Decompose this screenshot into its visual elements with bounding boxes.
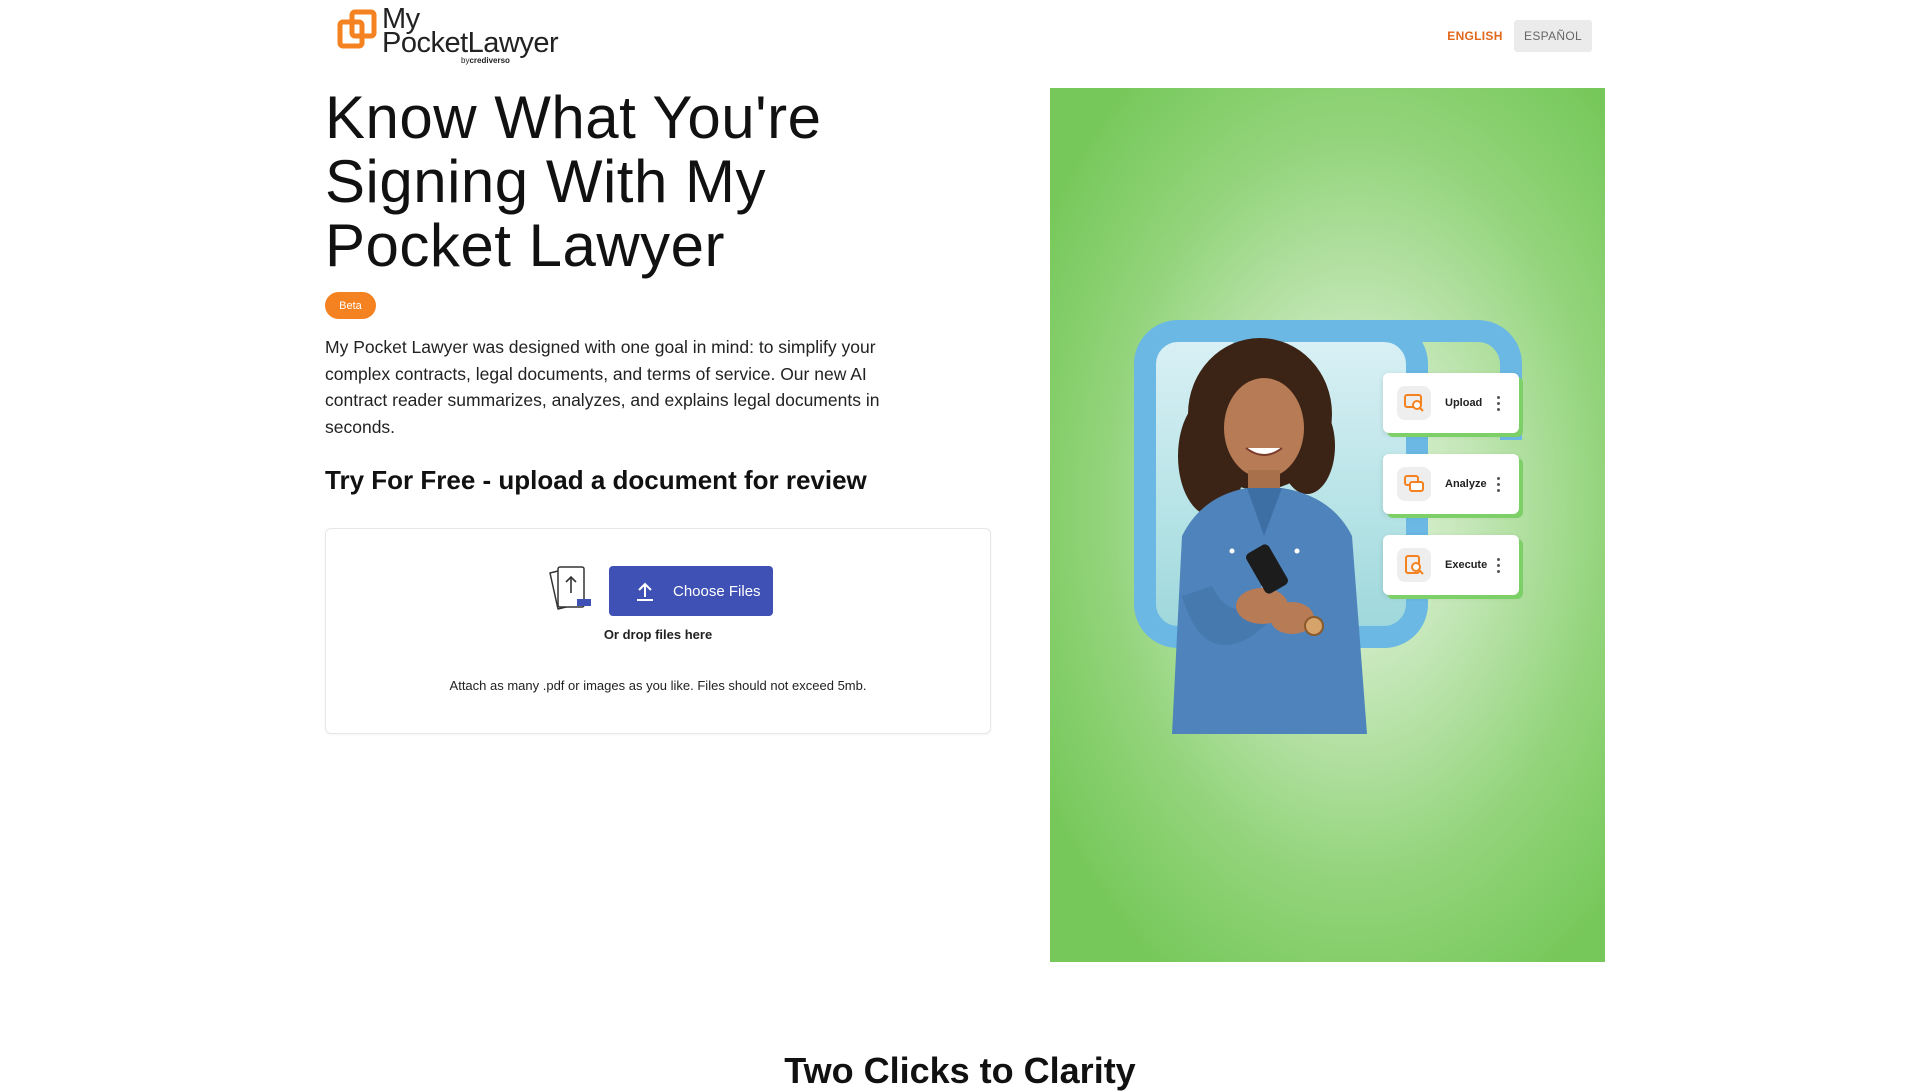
feature-card-analyze: Analyze (1383, 454, 1519, 514)
feature-card-label: Analyze (1445, 478, 1487, 490)
feature-card-execute: Execute (1383, 535, 1519, 595)
choose-files-button[interactable]: Choose Files (609, 566, 773, 616)
kebab-menu-icon (1497, 557, 1501, 573)
logo-byline: bycrediverso (461, 56, 510, 66)
logo[interactable]: My PocketLawyer bycrediverso (337, 4, 567, 66)
beta-badge: Beta (325, 292, 376, 319)
feature-card-label: Execute (1445, 559, 1488, 571)
choose-files-label: Choose Files (673, 582, 761, 600)
upload-scan-icon (1397, 386, 1431, 420)
section-heading-two-clicks: Two Clicks to Clarity (784, 1050, 1136, 1091)
language-spanish-button[interactable]: ESPAÑOL (1514, 20, 1592, 52)
attach-instructions: Attach as many .pdf or images as you lik… (449, 678, 867, 693)
kebab-menu-icon (1497, 395, 1501, 411)
woman-with-phone-image (1172, 338, 1367, 734)
upload-arrow-icon (637, 582, 653, 601)
logo-mark-icon (337, 9, 377, 49)
document-search-icon (1397, 548, 1431, 582)
hero-title: Know What You're Signing With My Pocket … (325, 84, 822, 279)
hero-description: My Pocket Lawyer was designed with one g… (325, 337, 880, 437)
language-english-button[interactable]: ENGLISH (1440, 20, 1510, 52)
logo-text-name: PocketLawyer (382, 27, 559, 59)
document-upload-icon (549, 566, 591, 610)
kebab-menu-icon (1497, 476, 1501, 492)
drop-files-text: Or drop files here (603, 627, 713, 642)
try-free-heading: Try For Free - upload a document for rev… (325, 465, 867, 495)
chat-bubbles-icon (1397, 467, 1431, 501)
hero-illustration: Upload Analyze Execute (1050, 88, 1605, 962)
file-dropzone[interactable]: Choose Files Or drop files here Attach a… (325, 528, 991, 734)
logo-brand: crediverso (469, 56, 510, 65)
feature-card-label: Upload (1445, 397, 1483, 409)
feature-card-upload: Upload (1383, 373, 1519, 433)
